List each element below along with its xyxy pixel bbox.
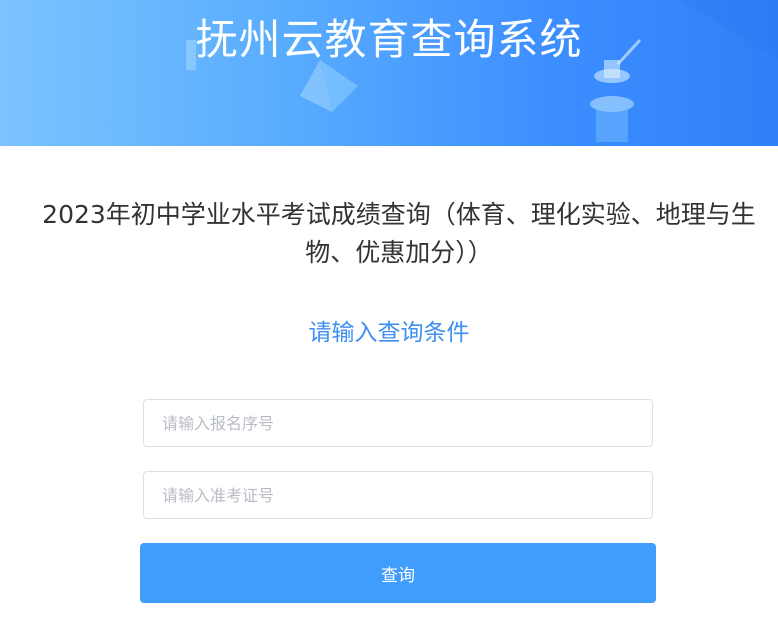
page-heading: 2023年初中学业水平考试成绩查询（体育、理化实验、地理与生物、优惠加分）） xyxy=(42,200,756,267)
query-button[interactable]: 查询 xyxy=(140,543,656,603)
form-prompt: 请输入查询条件 xyxy=(308,320,470,346)
page: 抚州云教育查询系统 2023年初中学业水平考试成绩查询（体育、理化实验、地理与生… xyxy=(0,0,778,623)
registration-number-input[interactable] xyxy=(143,399,653,447)
site-title: 抚州云教育查询系统 xyxy=(195,15,583,64)
admission-ticket-input[interactable] xyxy=(143,471,653,519)
header-banner: 抚州云教育查询系统 xyxy=(0,0,778,146)
